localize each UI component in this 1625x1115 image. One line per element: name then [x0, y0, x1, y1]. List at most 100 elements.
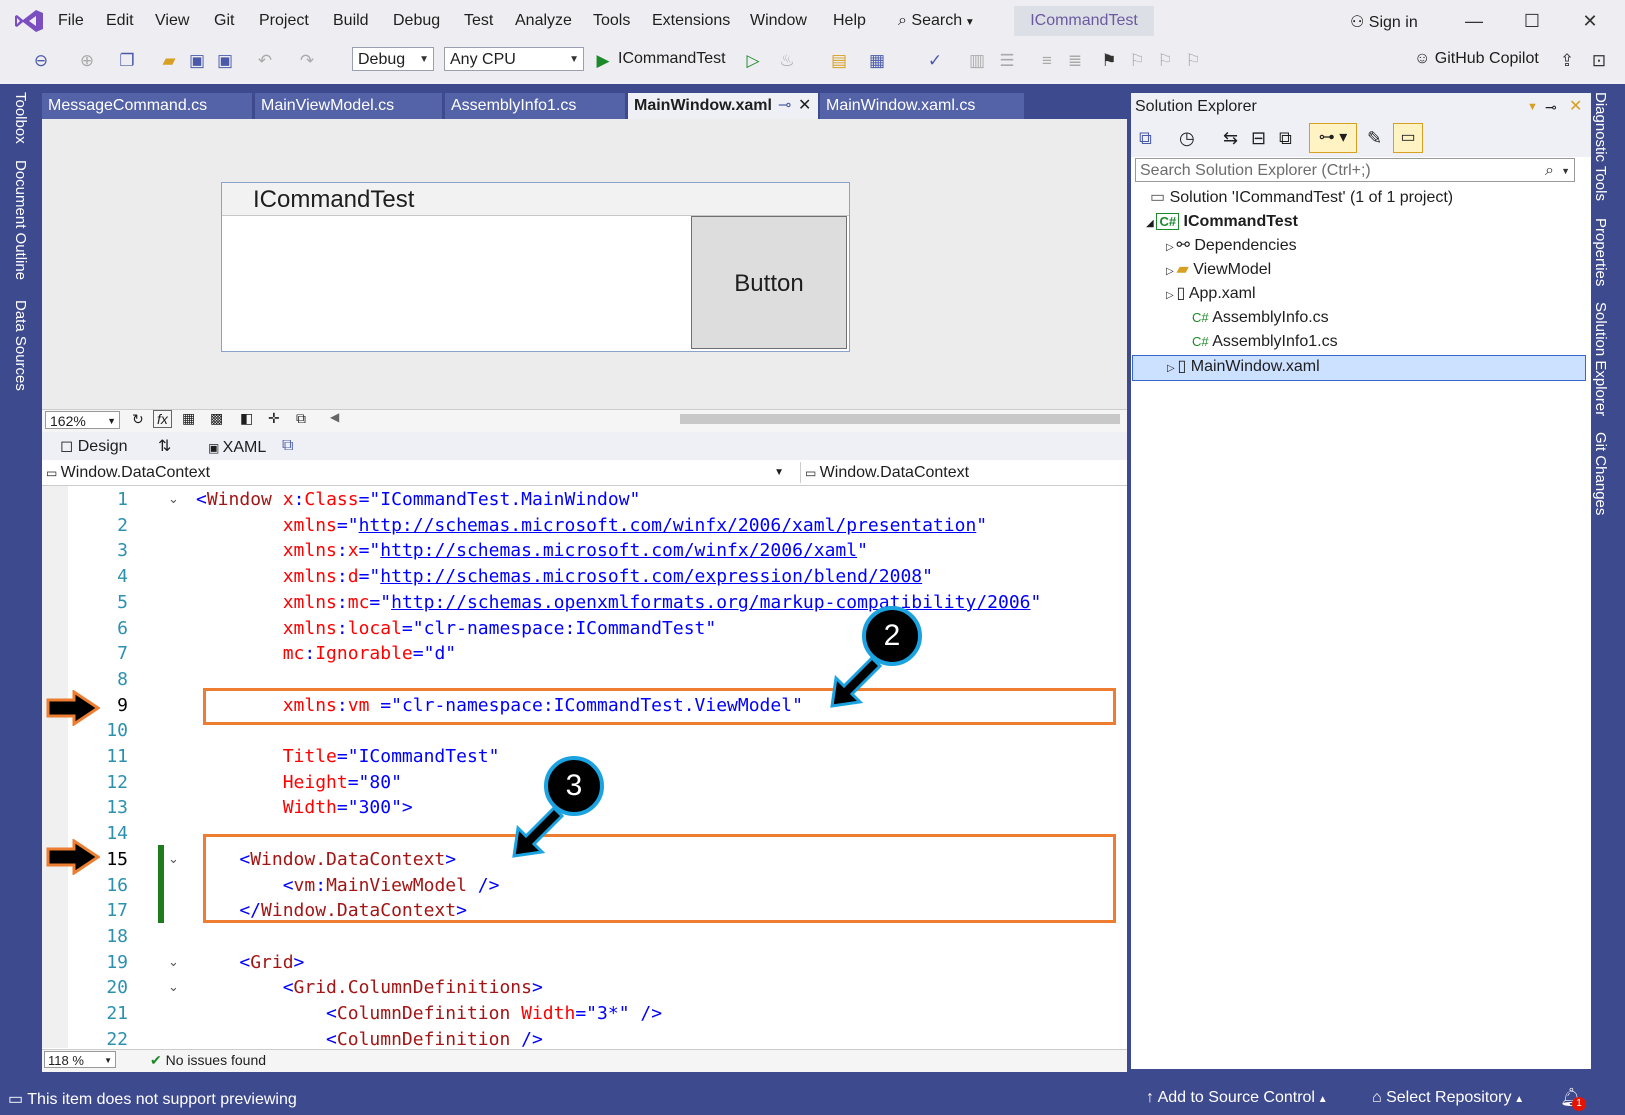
code-line[interactable]: <Grid>	[196, 952, 304, 973]
solution-explorer-search[interactable]: Search Solution Explorer (Ctrl+;) ⌕ ▼	[1135, 158, 1575, 182]
tab-assembly-info1[interactable]: AssemblyInfo1.cs	[445, 93, 625, 119]
previous-bookmark-icon[interactable]: ⚐	[1126, 50, 1148, 72]
tree-assemblyinfo1[interactable]: C# AssemblyInfo1.cs	[1192, 331, 1338, 353]
menu-analyze[interactable]: Analyze	[515, 12, 572, 30]
collapse-triangle-icon[interactable]: ◢	[1146, 218, 1156, 229]
horizontal-scrollbar[interactable]	[680, 414, 1120, 424]
menu-file[interactable]: File	[58, 12, 84, 30]
feedback-icon[interactable]: ⊡	[1588, 50, 1610, 72]
expand-triangle-icon[interactable]: ▷	[1166, 242, 1176, 253]
tab-message-command[interactable]: MessageCommand.cs	[42, 93, 252, 119]
tree-project[interactable]: ◢ C# ICommandTest	[1146, 211, 1298, 235]
visual-studio-logo-icon[interactable]	[14, 9, 44, 33]
filter-icon[interactable]: ⊶ ▾	[1309, 123, 1357, 153]
redo-icon[interactable]: ↷	[296, 50, 318, 72]
menu-build[interactable]: Build	[333, 12, 369, 30]
minimize-button[interactable]: —	[1454, 8, 1494, 34]
expand-triangle-icon[interactable]: ▷	[1166, 266, 1176, 277]
formula-icon[interactable]: fx	[153, 410, 172, 428]
menu-tools[interactable]: Tools	[593, 12, 630, 30]
menu-extensions[interactable]: Extensions	[652, 12, 730, 30]
code-line[interactable]: mc:Ignorable="d"	[196, 643, 456, 664]
new-project-icon[interactable]: ❐	[116, 50, 138, 72]
menu-help[interactable]: Help	[833, 12, 866, 30]
expand-triangle-icon[interactable]: ▷	[1167, 363, 1177, 374]
format-icon[interactable]: ▥	[966, 50, 988, 72]
search-button[interactable]: ⌕ Search ▼	[898, 8, 1010, 34]
open-folder-icon[interactable]: ▰	[158, 50, 180, 72]
save-all-icon[interactable]: ▣	[214, 50, 236, 72]
bookmark-icon[interactable]: ⚑	[1098, 50, 1120, 72]
tab-main-window-xaml-cs[interactable]: MainWindow.xaml.cs	[820, 93, 1024, 119]
scroll-left-icon[interactable]: ◀	[330, 410, 339, 424]
code-line[interactable]: Height="80"	[196, 772, 402, 793]
xaml-tab[interactable]: ▣ XAML	[208, 439, 266, 457]
menu-debug[interactable]: Debug	[393, 12, 440, 30]
save-icon[interactable]: ▣	[186, 50, 208, 72]
code-line[interactable]: Width="300">	[196, 797, 413, 818]
menu-git[interactable]: Git	[214, 12, 234, 30]
start-debugging-icon[interactable]: ▶	[592, 50, 614, 72]
navbar-left-select[interactable]: ▭ Window.DataContext ▼	[46, 462, 788, 483]
code-line[interactable]: <ColumnDefinition />	[196, 1029, 543, 1050]
add-to-source-control-button[interactable]: ↑ Add to Source Control ▲	[1146, 1089, 1328, 1107]
tab-main-view-model[interactable]: MainViewModel.cs	[255, 93, 442, 119]
properties-wrench-icon[interactable]: ✎	[1367, 128, 1382, 149]
issues-indicator[interactable]: ✔ No issues found	[150, 1052, 266, 1069]
diagnostic-tools-tab[interactable]: Diagnostic Tools	[1592, 92, 1609, 201]
tab-main-window-xaml[interactable]: MainWindow.xaml ⊸ ✕	[628, 93, 818, 119]
close-tab-icon[interactable]: ✕	[798, 93, 811, 119]
tree-mainwindow-xaml[interactable]: ▷ ▯ MainWindow.xaml	[1132, 355, 1586, 381]
designer-zoom-select[interactable]: 162% ▼	[45, 411, 120, 429]
swap-panes-icon[interactable]: ⇅	[158, 436, 171, 456]
menu-view[interactable]: View	[155, 12, 189, 30]
code-line[interactable]: <Window x:Class="ICommandTest.MainWindow…	[196, 489, 640, 510]
tree-solution[interactable]: ▭ Solution 'ICommandTest' (1 of 1 projec…	[1150, 187, 1453, 209]
select-repository-button[interactable]: ⌂ Select Repository ▲	[1372, 1089, 1524, 1107]
data-sources-tab[interactable]: Data Sources	[12, 300, 29, 391]
spell-check-icon[interactable]: ✓	[924, 50, 946, 72]
preview-icon[interactable]: ▭	[1393, 123, 1423, 153]
code-line[interactable]: <Grid.ColumnDefinitions>	[196, 977, 543, 998]
close-window-button[interactable]: ✕	[1570, 8, 1610, 34]
device-icon[interactable]: ⧉	[296, 410, 306, 427]
clear-bookmarks-icon[interactable]: ⚐	[1182, 50, 1204, 72]
designer-textbox[interactable]	[222, 216, 690, 349]
code-line[interactable]: xmlns:x="http://schemas.microsoft.com/wi…	[196, 540, 868, 561]
share-icon[interactable]: ⇪	[1556, 50, 1578, 72]
tree-dependencies[interactable]: ▷ ⚯ Dependencies	[1166, 235, 1297, 259]
indent-icon[interactable]: ☰	[996, 50, 1018, 72]
popout-icon[interactable]: ⧉	[282, 437, 293, 455]
code-line[interactable]: xmlns:mc="http://schemas.openxmlformats.…	[196, 592, 1042, 613]
navigate-back-icon[interactable]: ⊖	[30, 50, 52, 72]
properties-tab[interactable]: Properties	[1592, 218, 1609, 286]
panel-menu-icon[interactable]: ▼	[1527, 93, 1538, 121]
layout-icon[interactable]: ▦	[866, 50, 888, 72]
editor-zoom-select[interactable]: 118 % ▼	[44, 1051, 116, 1068]
tree-assemblyinfo[interactable]: C# AssemblyInfo.cs	[1192, 307, 1329, 329]
comment-icon[interactable]: ≡	[1036, 50, 1058, 72]
fold-toggle-icon[interactable]: ⌄	[168, 491, 179, 507]
next-bookmark-icon[interactable]: ⚐	[1154, 50, 1176, 72]
code-line[interactable]: xmlns:local="clr-namespace:ICommandTest"	[196, 618, 717, 639]
code-line[interactable]: xmlns:d="http://schemas.microsoft.com/ex…	[196, 566, 933, 587]
navigate-forward-icon[interactable]: ⊕	[76, 50, 98, 72]
code-line[interactable]: xmlns="http://schemas.microsoft.com/winf…	[196, 515, 987, 536]
fold-toggle-icon[interactable]: ⌄	[168, 979, 179, 995]
solution-platform-select[interactable]: Any CPU ▼	[444, 47, 584, 71]
design-tab[interactable]: ◻ Design	[60, 436, 128, 456]
maximize-button[interactable]: ☐	[1512, 8, 1552, 34]
solution-configuration-select[interactable]: Debug ▼	[352, 47, 434, 71]
pending-changes-icon[interactable]: ◷	[1179, 128, 1195, 149]
fold-toggle-icon[interactable]: ⌄	[168, 851, 179, 867]
pin-icon[interactable]: ⊸	[778, 93, 791, 119]
sync-icon[interactable]: ⇆	[1223, 128, 1238, 149]
menu-test[interactable]: Test	[464, 12, 493, 30]
grid-icon[interactable]: ▦	[182, 410, 195, 427]
designer-window-preview[interactable]: ICommandTest Button	[221, 182, 850, 352]
tree-viewmodel-folder[interactable]: ▷ ▰ ViewModel	[1166, 259, 1271, 283]
uncomment-icon[interactable]: ≣	[1064, 50, 1086, 72]
notifications-button[interactable]: 🔔︎ 1	[1560, 1087, 1586, 1111]
hot-reload-icon[interactable]: ♨	[776, 50, 798, 72]
close-panel-icon[interactable]: ✕	[1569, 93, 1582, 121]
